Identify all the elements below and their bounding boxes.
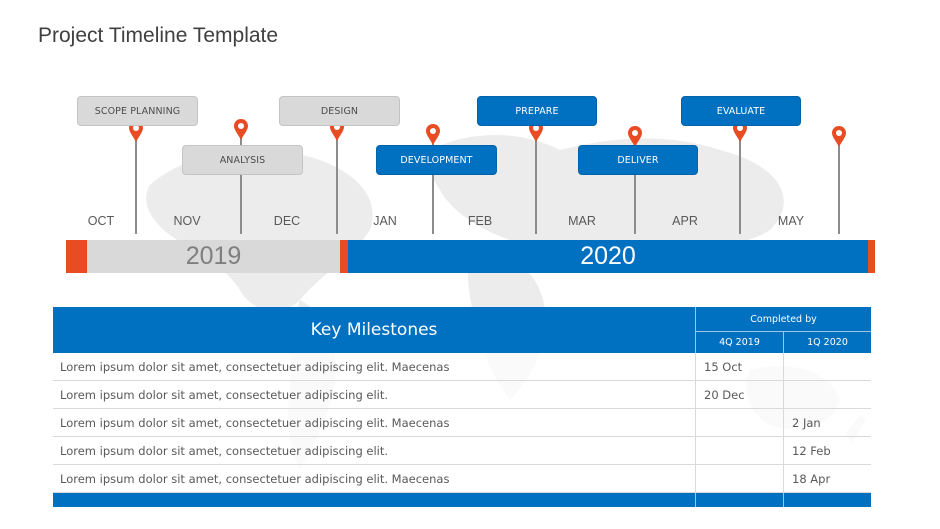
table-row: Lorem ipsum dolor sit amet, consectetuer… — [53, 436, 871, 465]
year-bar-2020: 2020 — [348, 240, 868, 273]
page-title: Project Timeline Template — [38, 24, 279, 47]
timeline-stem — [135, 139, 137, 234]
milestone-date-4q-2019 — [695, 436, 784, 465]
timeline-stem — [838, 144, 840, 234]
completed-by-header: Completed by — [695, 307, 871, 332]
month-label-apr: APR — [672, 214, 698, 228]
milestone-date-4q-2019 — [695, 464, 784, 493]
milestone-date-4q-2019: 15 Oct — [695, 353, 784, 381]
stage-label-deliver: DELIVER — [578, 145, 698, 175]
month-label-mar: MAR — [568, 214, 596, 228]
milestone-date-1q-2020: 12 Feb — [783, 436, 871, 465]
month-label-dec: DEC — [273, 214, 301, 228]
milestone-date-4q-2019 — [695, 408, 784, 437]
milestone-description: Lorem ipsum dolor sit amet, consectetuer… — [53, 408, 696, 437]
month-label-nov: NOV — [173, 214, 201, 228]
timeline-stem — [336, 138, 338, 234]
stage-label-evaluate: EVALUATE — [681, 96, 801, 126]
table-row: Lorem ipsum dolor sit amet, consectetuer… — [53, 380, 871, 409]
month-label-oct: OCT — [87, 214, 115, 228]
timeline-start-cap — [66, 240, 87, 273]
stage-label-prepare: PREPARE — [477, 96, 597, 126]
stage-label-analysis: ANALYSIS — [182, 145, 303, 175]
milestone-description: Lorem ipsum dolor sit amet, consectetuer… — [53, 353, 696, 381]
table-footer-bar — [53, 492, 871, 507]
table-row: Lorem ipsum dolor sit amet, consectetuer… — [53, 464, 871, 493]
timeline-stem — [535, 139, 537, 234]
milestone-date-1q-2020 — [783, 353, 871, 381]
year-divider-cap — [340, 240, 348, 273]
map-pin-icon — [832, 126, 846, 147]
stage-label-design: DESIGN — [279, 96, 400, 126]
stage-label-development: DEVELOPMENT — [376, 145, 497, 175]
map-pin-icon — [426, 124, 440, 145]
month-label-feb: FEB — [467, 214, 493, 228]
map-pin-icon — [234, 119, 248, 140]
footer-cell — [53, 492, 696, 507]
month-label-may: MAY — [777, 214, 805, 228]
stage-label-scope-planning: SCOPE PLANNING — [77, 96, 198, 126]
year-label-2020: 2020 — [580, 242, 636, 270]
milestone-date-1q-2020 — [783, 380, 871, 409]
milestone-date-4q-2019: 20 Dec — [695, 380, 784, 409]
milestone-date-1q-2020: 18 Apr — [783, 464, 871, 493]
quarter-header-1q-2020: 1Q 2020 — [783, 331, 871, 353]
month-label-jan: JAN — [373, 214, 397, 228]
key-milestones-table: Key Milestones Completed by 4Q 2019 1Q 2… — [53, 307, 871, 507]
milestone-description: Lorem ipsum dolor sit amet, consectetuer… — [53, 436, 696, 465]
timeline-end-cap — [868, 240, 875, 273]
key-milestones-header: Key Milestones — [53, 307, 696, 353]
footer-cell — [783, 492, 871, 507]
milestone-description: Lorem ipsum dolor sit amet, consectetuer… — [53, 464, 696, 493]
timeline-stem — [739, 139, 741, 234]
year-bar-2019: 2019 — [87, 240, 340, 273]
milestone-date-1q-2020: 2 Jan — [783, 408, 871, 437]
table-row: Lorem ipsum dolor sit amet, consectetuer… — [53, 408, 871, 437]
table-row: Lorem ipsum dolor sit amet, consectetuer… — [53, 353, 871, 381]
milestone-description: Lorem ipsum dolor sit amet, consectetuer… — [53, 380, 696, 409]
quarter-header-4q-2019: 4Q 2019 — [695, 331, 784, 353]
year-label-2019: 2019 — [185, 242, 242, 270]
footer-cell — [695, 492, 784, 507]
